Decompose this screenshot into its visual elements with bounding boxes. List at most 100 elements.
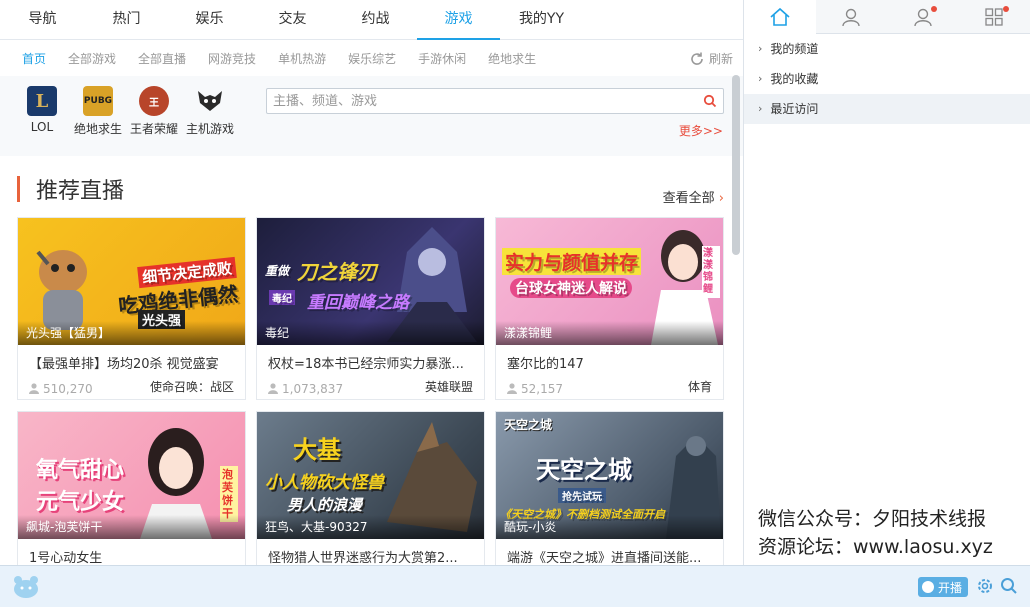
subnav-all-live[interactable]: 全部直播 <box>138 50 186 67</box>
viewer-count: 52,157 <box>507 378 563 399</box>
home-icon <box>770 7 790 26</box>
stream-card[interactable]: 实力与颜值并存 台球女神迷人解说 漾漾锦鲤 漾漾锦鲤 塞尔比的147 52,15… <box>495 217 724 400</box>
side-list: › 我的频道 › 我的收藏 › 最近访问 <box>744 34 1030 124</box>
tab-battle[interactable]: 约战 <box>334 0 417 40</box>
thumbnail-text: 元气少女 <box>36 490 125 515</box>
thumbnail-text: 实力与颜值并存 <box>502 248 642 275</box>
subnav-all-games[interactable]: 全部游戏 <box>68 50 116 67</box>
stream-card[interactable]: 重做 刀之锋刃 毒纪 重回巅峰之路 毒纪 权杖=18本书已经宗师实力暴涨... … <box>256 217 485 400</box>
anchor-name: 狂鸟、大基-90327 <box>257 515 484 539</box>
stream-card[interactable]: 氧气甜心 元气少女 泡芙饼干 飙城-泡芙饼干 1号心动女生 <box>17 411 246 565</box>
chevron-right-icon: › <box>718 191 724 206</box>
refresh-icon <box>691 52 703 65</box>
game-pubg[interactable]: PUBG 绝地求生 <box>68 86 128 137</box>
stream-title: 【最强单排】场均20杀 视觉盛宴 <box>29 357 219 372</box>
anchor-name: 毒纪 <box>257 321 484 345</box>
settings-icon[interactable] <box>976 577 994 598</box>
side-panel: › 我的频道 › 我的收藏 › 最近访问 <box>743 0 1030 565</box>
side-tab-profile[interactable] <box>816 0 888 34</box>
watermark-line: 资源论坛：www.laosu.xyz <box>758 536 993 558</box>
stream-category: 体育 <box>687 380 712 394</box>
watermark-text: 微信公众号：夕阳技术线报 资源论坛：www.laosu.xyz <box>758 505 993 561</box>
subnav-variety[interactable]: 娱乐综艺 <box>348 50 396 67</box>
stream-title: 1号心动女生 <box>29 551 103 565</box>
thumbnail-text: 毒纪 <box>269 290 295 305</box>
side-item-my-channels[interactable]: › 我的频道 <box>744 34 1030 64</box>
game-shortcuts: L LOL PUBG 绝地求生 王 王者荣耀 主机游戏 更多>> <box>0 76 743 156</box>
tab-entertainment[interactable]: 娱乐 <box>168 0 251 40</box>
user-notify-icon <box>914 8 932 27</box>
anchor-name: 光头强【猛男】 <box>18 321 245 345</box>
thumbnail-text: 氧气甜心 <box>36 458 125 483</box>
game-name: 绝地求生 <box>73 122 122 136</box>
console-game-icon <box>195 86 225 116</box>
side-item-recent[interactable]: › 最近访问 <box>744 94 1030 124</box>
watermark-line: 微信公众号：夕阳技术线报 <box>758 508 987 530</box>
refresh-button[interactable]: 刷新 <box>689 50 733 67</box>
game-console[interactable]: 主机游戏 <box>180 86 240 137</box>
stream-title: 权杖=18本书已经宗师实力暴涨... <box>268 357 464 372</box>
more-link[interactable]: 更多>> <box>679 122 723 139</box>
anchor-name: 飙城-泡芙饼干 <box>18 515 245 539</box>
notification-dot <box>931 6 937 12</box>
start-live-button[interactable]: 开播 <box>918 577 969 597</box>
user-icon <box>268 383 278 394</box>
stream-card[interactable]: 细节决定成败 吃鸡绝非偶然 光头强 光头强【猛男】 【最强单排】场均20杀 视觉… <box>17 217 246 400</box>
search-input[interactable] <box>267 89 687 113</box>
viewer-count: 1,073,837 <box>268 378 343 399</box>
thumbnail-text: 台球女神迷人解说 <box>510 278 632 298</box>
user-icon <box>507 383 517 394</box>
stream-card[interactable]: 大基 小人物砍大怪兽 男人的浪漫 狂鸟、大基-90327 怪物猎人世界迷惑行为大… <box>256 411 485 565</box>
thumbnail-text: 刀之锋刃 <box>297 260 377 284</box>
viewer-count-value: 52,157 <box>521 381 563 396</box>
tab-nav[interactable]: 导航 <box>0 0 85 40</box>
game-honor-of-kings[interactable]: 王 王者荣耀 <box>124 86 184 137</box>
stream-title: 塞尔比的147 <box>507 357 584 372</box>
view-all-link[interactable]: 查看全部 › <box>663 187 724 206</box>
notification-dot <box>1002 6 1009 12</box>
mascot-icon[interactable] <box>12 575 40 602</box>
search-icon[interactable] <box>703 94 717 108</box>
subnav-online-competitive[interactable]: 网游竞技 <box>208 50 256 67</box>
anchor-name: 酷玩-小炎 <box>496 515 723 539</box>
side-tab-friends[interactable] <box>887 0 959 34</box>
side-item-label: 我的收藏 <box>770 72 819 86</box>
tab-games[interactable]: 游戏 <box>417 0 500 40</box>
subnav-mobile-casual[interactable]: 手游休闲 <box>418 50 466 67</box>
side-tab-home[interactable] <box>744 0 816 34</box>
chevron-right-icon: › <box>758 72 763 85</box>
viewer-count-value: 1,073,837 <box>282 381 344 396</box>
tab-my-yy[interactable]: 我的YY <box>500 0 583 40</box>
subnav-single-player[interactable]: 单机热游 <box>278 50 326 67</box>
search-icon[interactable] <box>1000 577 1018 598</box>
side-item-my-favorites[interactable]: › 我的收藏 <box>744 64 1030 94</box>
game-lol[interactable]: L LOL <box>12 86 72 134</box>
thumbnail-text: 漾漾锦鲤 <box>702 246 720 298</box>
scrollbar-thumb[interactable] <box>732 75 740 255</box>
apps-grid-icon <box>985 8 1003 26</box>
tab-hot[interactable]: 热门 <box>85 0 168 40</box>
stream-category: 英雄联盟 <box>424 380 473 394</box>
sub-nav: 首页 全部游戏 全部直播 网游竞技 单机热游 娱乐综艺 手游休闲 绝地求生 刷新 <box>0 40 743 76</box>
side-tabs <box>744 0 1030 34</box>
thumbnail-text: 男人的浪漫 <box>287 496 363 514</box>
section-title: 推荐直播 <box>36 179 125 204</box>
game-name: 主机游戏 <box>185 122 234 136</box>
subnav-pubg[interactable]: 绝地求生 <box>488 50 536 67</box>
side-tab-apps[interactable] <box>959 0 1030 34</box>
game-name: LOL <box>30 120 54 134</box>
thumbnail-text: 天空之城 <box>536 456 632 484</box>
lol-icon: L <box>27 86 57 116</box>
tab-social[interactable]: 交友 <box>251 0 334 40</box>
stream-meta: 510,270 使命召唤：战区 <box>18 373 245 399</box>
side-item-label: 我的频道 <box>770 42 819 56</box>
bottom-bar: 开播 <box>0 565 1030 607</box>
side-item-label: 最近访问 <box>770 102 819 116</box>
thumbnail-text: 重回巅峰之路 <box>307 293 409 313</box>
subnav-home[interactable]: 首页 <box>22 50 46 67</box>
honor-of-kings-icon: 王 <box>139 86 169 116</box>
stream-meta: 52,157 体育 <box>496 373 723 399</box>
stream-thumbnail: 大基 小人物砍大怪兽 男人的浪漫 狂鸟、大基-90327 <box>257 412 484 539</box>
stream-card[interactable]: 天空之城 天空之城 抢先试玩 《天空之城》不删档测试全面开启 酷玩-小炎 端游《… <box>495 411 724 565</box>
stream-thumbnail: 细节决定成败 吃鸡绝非偶然 光头强 光头强【猛男】 <box>18 218 245 345</box>
